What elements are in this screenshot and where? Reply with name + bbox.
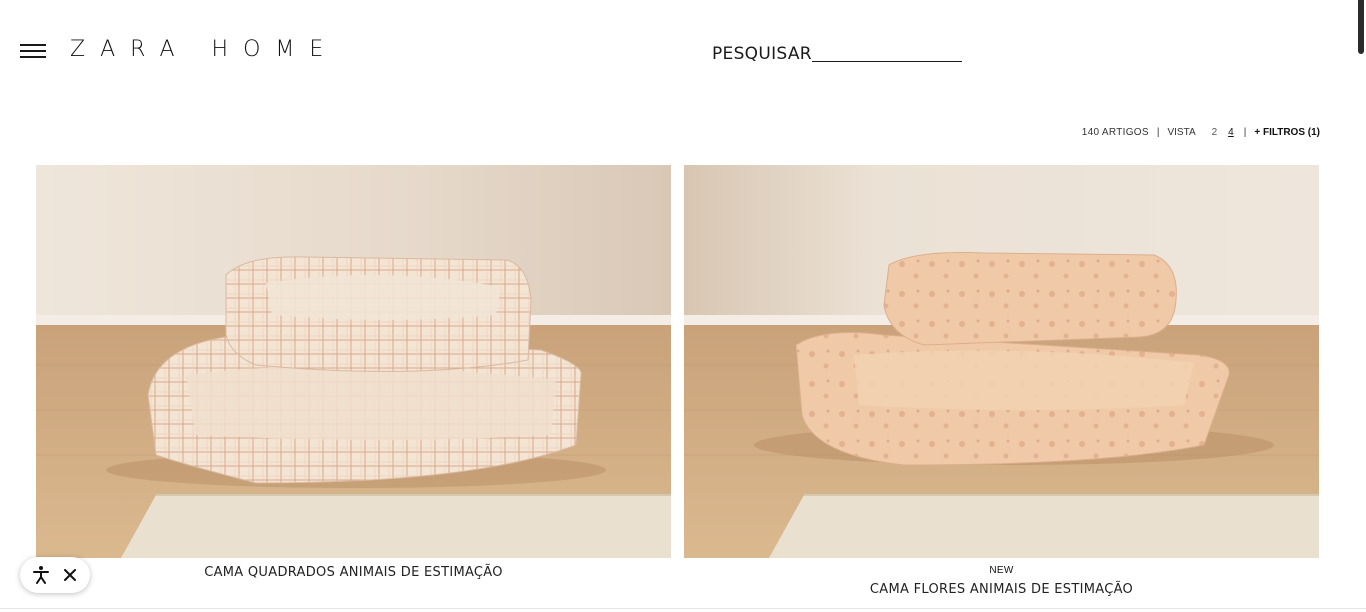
toolbar-divider: | [1243,127,1247,138]
zara-home-logo[interactable]: ZARA HOME [70,37,338,62]
product-card[interactable]: CAMA QUADRADOS ANIMAIS DE ESTIMAÇÃO [36,165,671,580]
search-underline [811,61,962,62]
filters-button[interactable]: + FILTROS (1) [1254,127,1320,138]
view-label: VISTA [1167,127,1196,138]
search-input[interactable]: PESQUISAR [712,43,962,63]
article-count: 140 ARTIGOS [1081,127,1149,138]
page-bottom-divider [0,608,1366,609]
hamburger-menu-icon[interactable] [20,42,46,60]
toolbar-divider: | [1156,127,1160,138]
close-icon[interactable] [59,564,81,586]
product-image[interactable] [36,165,671,558]
page-scrollbar[interactable] [1358,0,1364,54]
new-badge: NEW [989,565,1014,576]
product-name[interactable]: CAMA QUADRADOS ANIMAIS DE ESTIMAÇÃO [36,565,671,580]
product-card[interactable]: NEW CAMA FLORES ANIMAIS DE ESTIMAÇÃO [684,165,1319,597]
accessibility-icon[interactable] [30,564,52,586]
search-label: PESQUISAR [712,44,812,64]
accessibility-widget [20,557,90,593]
view-option-4[interactable]: 4 [1228,127,1234,138]
product-image[interactable] [684,165,1319,558]
listing-toolbar: 140 ARTIGOS | VISTA 2 4 | + FILTROS (1) [1082,127,1320,138]
product-name[interactable]: CAMA FLORES ANIMAIS DE ESTIMAÇÃO [684,582,1319,597]
view-option-2[interactable]: 2 [1212,127,1218,138]
